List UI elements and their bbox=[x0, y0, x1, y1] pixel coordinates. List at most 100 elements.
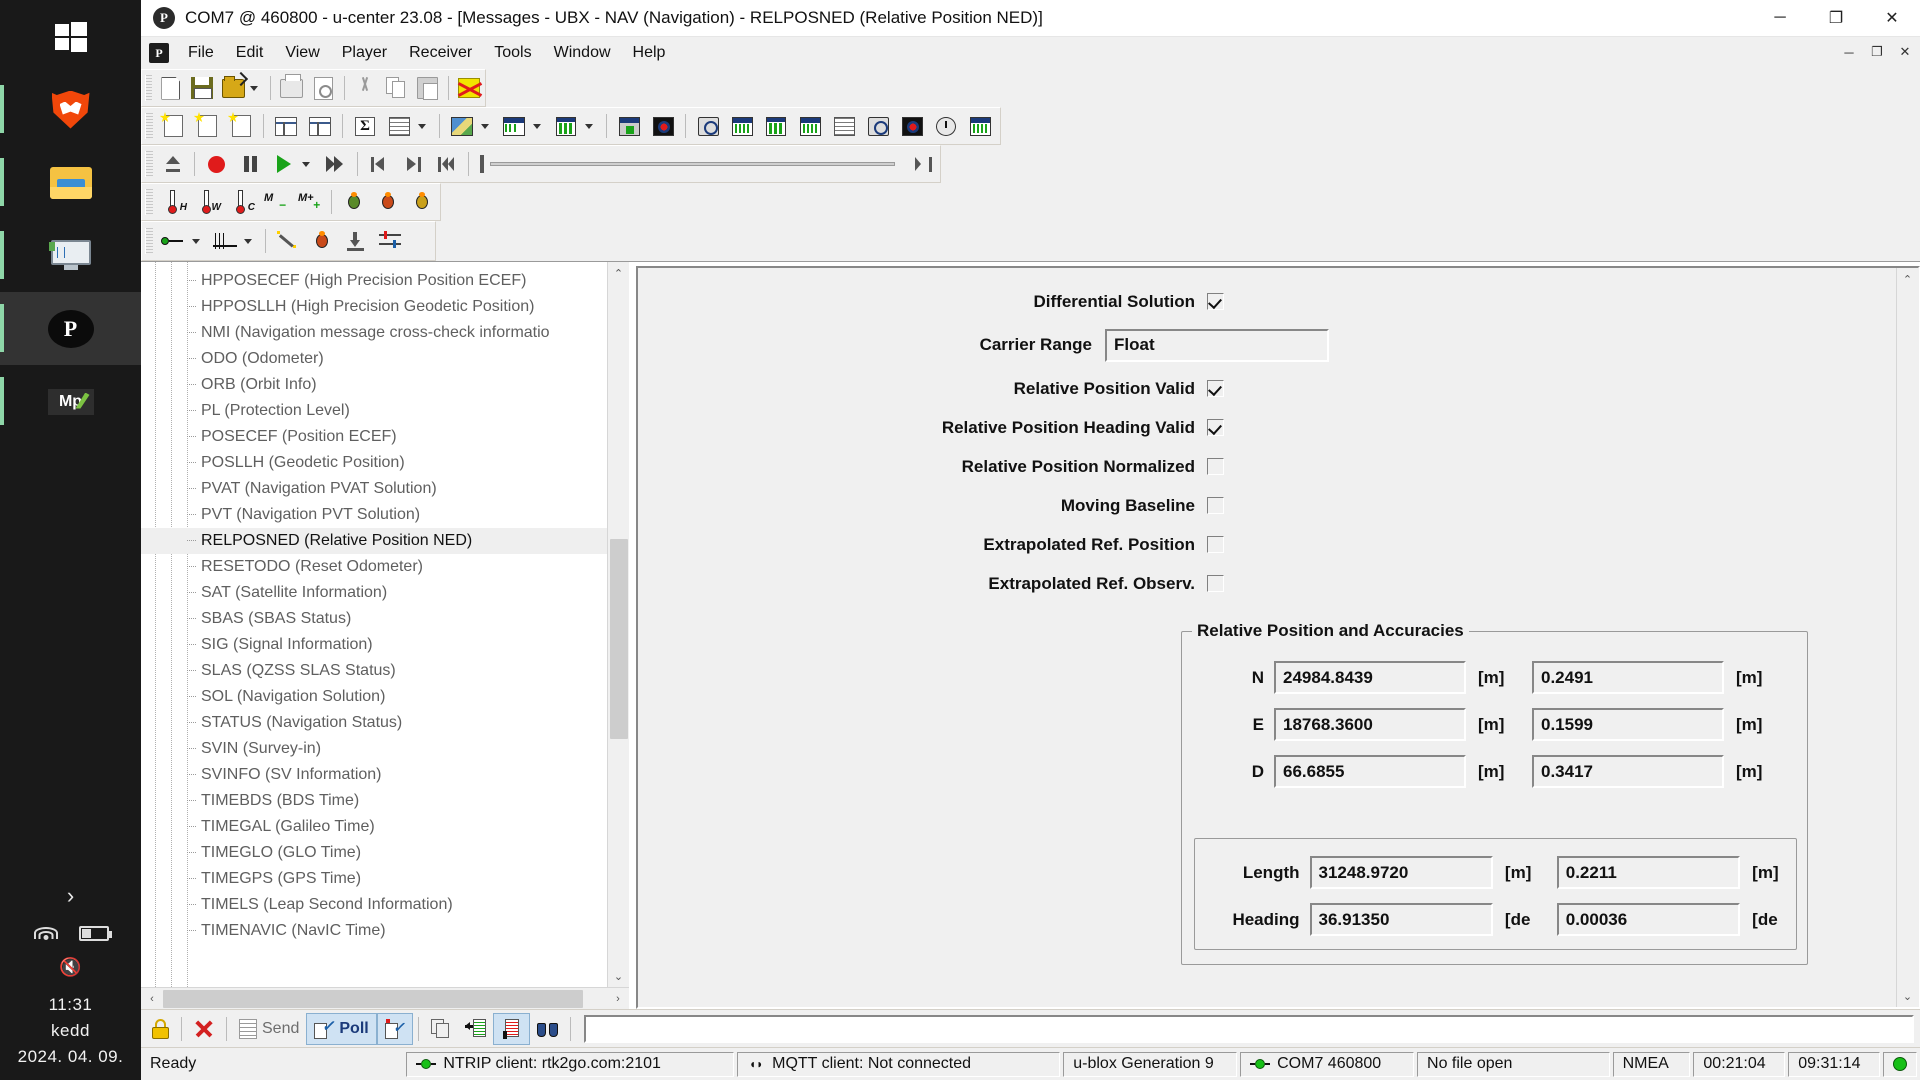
tree-item[interactable]: ODO (Odometer) bbox=[141, 346, 629, 372]
status-file[interactable]: No file open bbox=[1417, 1051, 1610, 1077]
list-view-button[interactable] bbox=[827, 109, 861, 143]
table-dropdown[interactable] bbox=[416, 109, 434, 143]
row-value[interactable]: 31248.9720 bbox=[1309, 856, 1493, 889]
tree-scroll-down-button[interactable]: ⌄ bbox=[607, 965, 629, 987]
checkbox-relative-position-valid[interactable] bbox=[1207, 380, 1224, 397]
data-view-button[interactable] bbox=[725, 109, 759, 143]
tree-item[interactable]: TIMEGPS (GPS Time) bbox=[141, 866, 629, 892]
unlock-button[interactable] bbox=[145, 1013, 176, 1045]
checkbox-relative-position-heading-valid[interactable] bbox=[1207, 419, 1224, 436]
checkbox-differential-solution[interactable] bbox=[1207, 293, 1224, 310]
step-forward-button[interactable] bbox=[396, 147, 429, 181]
open-dropdown[interactable] bbox=[249, 71, 265, 105]
minmax-button[interactable]: M − bbox=[258, 185, 292, 219]
menu-receiver[interactable]: Receiver bbox=[398, 41, 483, 65]
histogram-dropdown[interactable] bbox=[583, 109, 601, 143]
tree-item[interactable]: SOL (Navigation Solution) bbox=[141, 684, 629, 710]
tree-item[interactable]: POSECEF (Position ECEF) bbox=[141, 424, 629, 450]
mdi-restore-button[interactable]: ❐ bbox=[1868, 43, 1886, 61]
find-button[interactable] bbox=[530, 1013, 565, 1045]
cut-button[interactable] bbox=[350, 71, 381, 105]
minimize-button[interactable]: ─ bbox=[1752, 0, 1808, 37]
taskbar-item-monitor[interactable] bbox=[0, 219, 141, 292]
tree-hscroll-thumb[interactable] bbox=[163, 989, 583, 1008]
menu-edit[interactable]: Edit bbox=[225, 41, 275, 65]
baudrate-dropdown[interactable] bbox=[242, 224, 260, 258]
temperature-c-button[interactable]: C bbox=[224, 185, 258, 219]
chart-dropdown[interactable] bbox=[531, 109, 549, 143]
status-port[interactable]: COM7 460800 bbox=[1240, 1051, 1415, 1077]
checkbox-extrapolated-ref-position[interactable] bbox=[1207, 536, 1224, 553]
temperature-w-button[interactable]: W bbox=[190, 185, 224, 219]
split-vertical-button[interactable] bbox=[303, 109, 337, 143]
record-button[interactable] bbox=[200, 147, 233, 181]
wifi-icon[interactable] bbox=[33, 923, 59, 943]
packet-console-button[interactable] bbox=[963, 109, 997, 143]
status-protocol[interactable]: NMEA bbox=[1612, 1051, 1691, 1077]
content-scroll-up-button[interactable]: ⌃ bbox=[1896, 268, 1919, 290]
row-value[interactable]: 66.6855 bbox=[1274, 755, 1466, 788]
status-mqtt[interactable]: ◖◗ MQTT client: Not connected bbox=[737, 1051, 1061, 1077]
send-button[interactable]: Send bbox=[232, 1013, 306, 1045]
row-value[interactable]: 36.91350 bbox=[1309, 903, 1493, 936]
debug-2-button[interactable] bbox=[371, 185, 405, 219]
row-accuracy[interactable]: 0.1599 bbox=[1532, 708, 1724, 741]
tree-item[interactable]: SVINFO (SV Information) bbox=[141, 762, 629, 788]
tree-scroll-up-button[interactable]: ⌃ bbox=[607, 262, 629, 284]
signal-chart-button[interactable] bbox=[759, 109, 793, 143]
message-filter-input[interactable] bbox=[583, 1014, 1914, 1043]
new-chart-view-button[interactable] bbox=[190, 109, 224, 143]
minmax-plus-button[interactable]: M+ + bbox=[292, 185, 326, 219]
slider-track[interactable] bbox=[489, 162, 895, 166]
connect-dropdown[interactable] bbox=[190, 224, 208, 258]
toolbar-grip[interactable] bbox=[145, 228, 153, 254]
debug-1-button[interactable] bbox=[337, 185, 371, 219]
baudrate-button[interactable] bbox=[208, 224, 242, 258]
tree-item[interactable]: PL (Protection Level) bbox=[141, 398, 629, 424]
temperature-h-button[interactable]: H bbox=[156, 185, 190, 219]
histogram-button[interactable] bbox=[549, 109, 583, 143]
play-button[interactable] bbox=[267, 147, 300, 181]
print-preview-button[interactable] bbox=[307, 71, 338, 105]
debug-3-button[interactable] bbox=[405, 185, 439, 219]
content-scroll-down-button[interactable]: ⌄ bbox=[1896, 985, 1919, 1007]
tree-item[interactable]: PVAT (Navigation PVAT Solution) bbox=[141, 476, 629, 502]
deviation-map-button[interactable] bbox=[612, 109, 646, 143]
checkbox-moving-baseline[interactable] bbox=[1207, 497, 1224, 514]
clear-button[interactable] bbox=[187, 1013, 221, 1045]
autoconfig-button[interactable] bbox=[271, 224, 305, 258]
eject-button[interactable] bbox=[156, 147, 189, 181]
toolbar-grip[interactable] bbox=[145, 151, 153, 177]
firmware-debug-button[interactable] bbox=[305, 224, 339, 258]
firmware-update-button[interactable] bbox=[339, 224, 373, 258]
map-view-button[interactable] bbox=[445, 109, 479, 143]
row-value[interactable]: 24984.8439 bbox=[1274, 661, 1466, 694]
toolbar-grip[interactable] bbox=[145, 113, 153, 139]
sky-view-button[interactable] bbox=[646, 109, 680, 143]
taskbar-item-u-center[interactable]: P bbox=[0, 292, 141, 365]
map-dropdown[interactable] bbox=[479, 109, 497, 143]
menu-player[interactable]: Player bbox=[331, 41, 398, 65]
toolbar-grip[interactable] bbox=[145, 189, 153, 215]
menu-view[interactable]: View bbox=[274, 41, 330, 65]
row-accuracy[interactable]: 0.00036 bbox=[1556, 903, 1741, 936]
slider-knob[interactable] bbox=[479, 155, 484, 173]
row-accuracy[interactable]: 0.3417 bbox=[1532, 755, 1724, 788]
tree-item[interactable]: SLAS (QZSS SLAS Status) bbox=[141, 658, 629, 684]
copy-button[interactable] bbox=[381, 71, 412, 105]
tree-item[interactable]: TIMENAVIC (NavIC Time) bbox=[141, 918, 629, 944]
volume-muted-icon[interactable]: 🔇 bbox=[59, 957, 81, 978]
mdi-minimize-button[interactable]: ─ bbox=[1840, 43, 1858, 61]
step-back-button[interactable] bbox=[363, 147, 396, 181]
split-horizontal-button[interactable] bbox=[269, 109, 303, 143]
battery-icon[interactable] bbox=[78, 925, 112, 941]
taskbar-item-file-explorer[interactable] bbox=[0, 146, 141, 219]
tree-item[interactable]: PVT (Navigation PVT Solution) bbox=[141, 502, 629, 528]
tree-item[interactable]: STATUS (Navigation Status) bbox=[141, 710, 629, 736]
go-to-end-button[interactable] bbox=[907, 147, 940, 181]
save-button[interactable] bbox=[187, 71, 218, 105]
poll-button[interactable]: ✓ Poll bbox=[306, 1012, 377, 1045]
tree-item[interactable]: HPPOSLLH (High Precision Geodetic Positi… bbox=[141, 294, 629, 320]
taskbar-clock[interactable]: 11:31 kedd 2024. 04. 09. bbox=[18, 992, 124, 1070]
menu-window[interactable]: Window bbox=[543, 41, 622, 65]
